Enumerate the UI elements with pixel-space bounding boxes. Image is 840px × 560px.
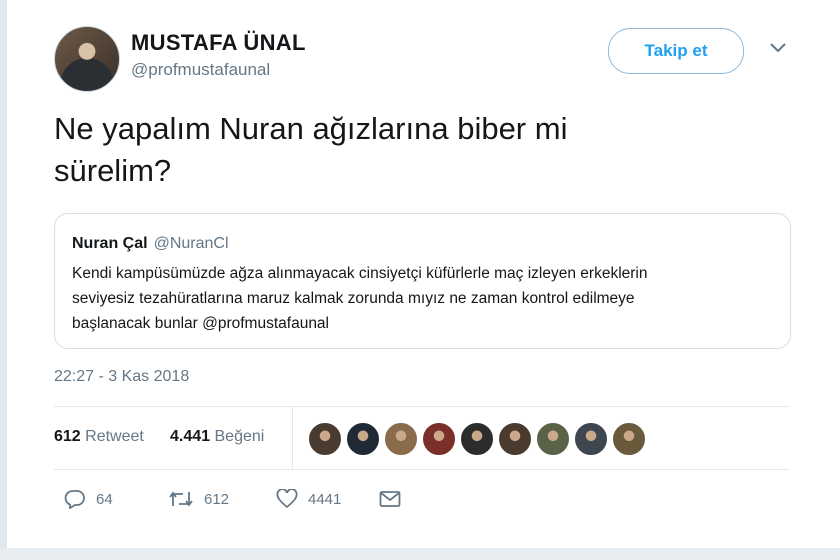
quoted-text-line: Kendi kampüsümüzde ağza alınmayacak cins… — [72, 265, 648, 282]
liker-avatar[interactable] — [574, 422, 608, 456]
like-button[interactable]: 4441 — [276, 484, 341, 514]
tweet-actions: 64 612 4441 — [54, 484, 454, 516]
reply-count: 64 — [96, 490, 113, 508]
heart-icon — [276, 489, 298, 509]
follow-button[interactable]: Takip et — [608, 28, 744, 74]
like-count: 4.441 — [170, 428, 211, 445]
quoted-author-handle: @NuranCl — [153, 235, 229, 252]
page-border — [0, 0, 7, 560]
tweet-timestamp[interactable]: 22:27 - 3 Kas 2018 — [54, 368, 189, 386]
stats-divider — [292, 407, 293, 469]
chevron-down-icon[interactable] — [764, 34, 792, 62]
direct-message-button[interactable] — [379, 484, 401, 514]
liker-avatar[interactable] — [384, 422, 418, 456]
quoted-author-name: Nuran Çal — [72, 235, 148, 252]
retweet-label: Retweet — [85, 428, 144, 445]
liker-avatar[interactable] — [536, 422, 570, 456]
retweet-button[interactable]: 612 — [168, 484, 229, 514]
author-name[interactable]: MUSTAFA ÜNAL — [131, 30, 306, 56]
tweet-header: MUSTAFA ÜNAL @profmustafaunal Takip et — [54, 22, 814, 92]
reply-icon — [64, 490, 85, 509]
liker-avatar[interactable] — [460, 422, 494, 456]
envelope-icon — [379, 491, 401, 507]
author-avatar[interactable] — [54, 26, 120, 92]
retweet-action-count: 612 — [204, 490, 230, 508]
tweet-text-line: Ne yapalım Nuran ağızlarına biber mi — [54, 111, 568, 146]
quoted-text-line: başlanacak bunlar @profmustafaunal — [72, 315, 329, 332]
tweet-text: Ne yapalım Nuran ağızlarına biber mi sür… — [54, 108, 774, 192]
retweet-icon — [169, 491, 193, 507]
tweet-stats: 612 Retweet 4.441 Beğeni — [54, 406, 789, 470]
liker-avatar[interactable] — [612, 422, 646, 456]
quoted-text-line: seviyesiz tezahüratlarına maruz kalmak z… — [72, 290, 635, 307]
like-action-count: 4441 — [308, 490, 342, 508]
author-handle[interactable]: @profmustafaunal — [131, 60, 270, 80]
retweet-count: 612 — [54, 428, 81, 445]
page-footer-border — [0, 548, 840, 560]
like-count-stat[interactable]: 4.441 Beğeni — [170, 428, 264, 446]
like-label: Beğeni — [214, 428, 265, 445]
liker-avatar[interactable] — [346, 422, 380, 456]
quoted-tweet-header: Nuran Çal @NuranCl — [72, 235, 229, 253]
liker-avatar[interactable] — [498, 422, 532, 456]
quoted-tweet[interactable]: Nuran Çal @NuranCl Kendi kampüsümüzde ağz… — [54, 213, 791, 349]
retweet-count-stat[interactable]: 612 Retweet — [54, 428, 144, 446]
liker-avatar[interactable] — [422, 422, 456, 456]
tweet-card: MUSTAFA ÜNAL @profmustafaunal Takip et N… — [7, 0, 840, 560]
tweet-text-line: sürelim? — [54, 153, 172, 188]
quoted-tweet-text: Kendi kampüsümüzde ağza alınmayacak cins… — [72, 261, 772, 336]
liker-avatar[interactable] — [308, 422, 342, 456]
reply-button[interactable]: 64 — [64, 484, 113, 514]
